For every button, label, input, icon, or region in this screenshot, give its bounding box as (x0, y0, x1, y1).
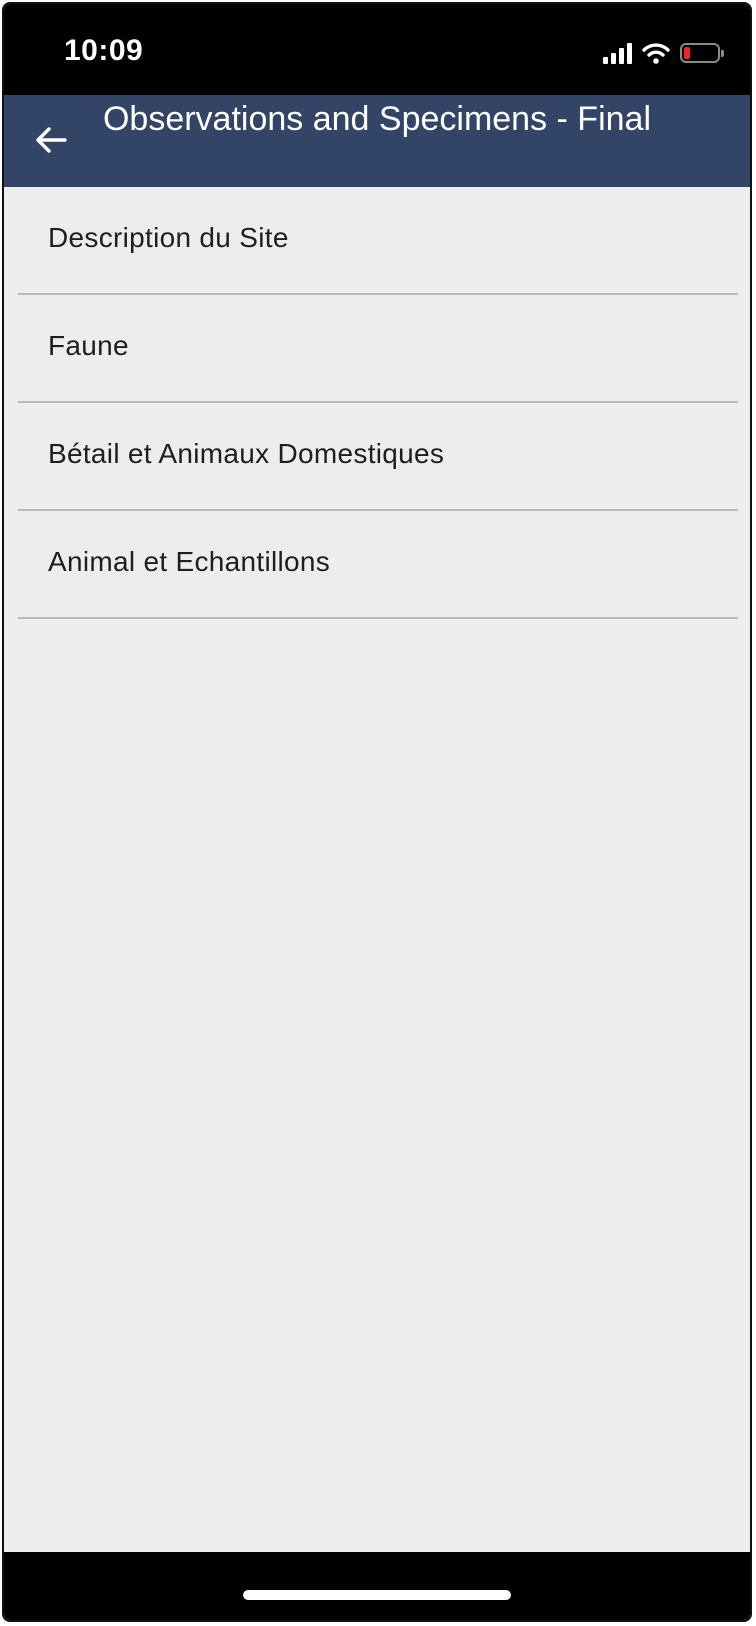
bottom-bar (4, 1552, 750, 1620)
battery-icon (680, 43, 724, 63)
list-item-faune[interactable]: Faune (18, 295, 738, 403)
home-indicator[interactable] (243, 1590, 511, 1600)
status-icons (603, 40, 724, 66)
list-item-label: Description du Site (48, 221, 289, 253)
app-header: Observations and Specimens - Final (4, 95, 750, 187)
wifi-icon (642, 43, 670, 64)
list-item-label: Animal et Echantillons (48, 545, 331, 577)
battery-level (684, 47, 690, 59)
list-item-label: Faune (48, 329, 129, 361)
list-item-betail-et-animaux-domestiques[interactable]: Bétail et Animaux Domestiques (18, 403, 738, 511)
list-item-description-du-site[interactable]: Description du Site (18, 187, 738, 295)
arrow-left-icon (36, 127, 67, 153)
page-title: Observations and Specimens - Final (102, 100, 652, 138)
cellular-signal-icon (603, 42, 632, 64)
section-list: Description du Site Faune Bétail et Anim… (18, 187, 738, 619)
phone-screen: 10:09 Observations and Specimens - Final… (2, 2, 752, 1622)
list-item-animal-et-echantillons[interactable]: Animal et Echantillons (18, 511, 738, 619)
status-bar: 10:09 (4, 4, 750, 95)
status-time: 10:09 (64, 34, 144, 67)
back-button[interactable] (28, 117, 74, 163)
list-item-label: Bétail et Animaux Domestiques (48, 437, 445, 469)
